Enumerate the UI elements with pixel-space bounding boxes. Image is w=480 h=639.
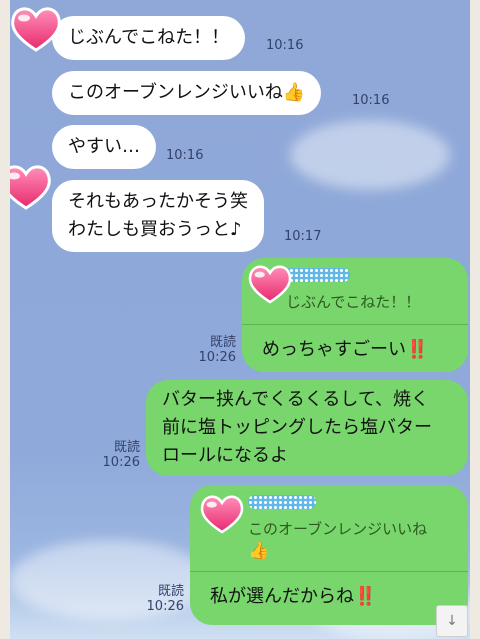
message-text: このオーブンレンジいいね [68,82,283,103]
message-time: 10:17 [284,229,322,244]
message-text-block: バター挟んでくるくるして、焼く 前に塩トッピングしたら塩バター ロールになるよ [162,386,432,470]
message-time: 10:16 [352,93,390,108]
read-receipt: 既読 10:26 [100,440,140,470]
incoming-message[interactable]: じぶんでこねた！！ [52,16,246,60]
incoming-message[interactable]: それもあったかそう笑 わたしも買おうっと♪ [52,180,264,252]
heart-icon [248,265,292,304]
read-label: 既読 [157,584,184,599]
message-line: それもあったかそう笑 [68,191,248,212]
background-cloud [290,120,450,190]
read-receipt: 既読 10:26 [196,335,236,365]
reply-quote-text: このオーブンレンジいいね [248,520,428,538]
thumbs-up-icon: 👍 [282,82,306,103]
reply-divider [242,324,468,325]
incoming-message[interactable]: やすい… [52,125,156,169]
message-text: やすい… [68,136,140,157]
message-time: 10:26 [102,455,140,470]
incoming-message[interactable]: このオーブンレンジいいね👍 [52,71,322,115]
message-text-wrap: 私が選んだからね‼️ [210,583,376,611]
heart-icon [10,165,51,210]
scroll-down-button[interactable]: ↓ [436,605,468,637]
heart-icon [200,495,244,534]
reply-quote-text: じぶんでこねた！！ [286,293,421,311]
message-text: じぶんでこねた！！ [68,27,230,48]
message-time: 10:26 [198,350,236,365]
reply-sender-name-redacted [248,495,316,509]
message-text-wrap: めっちゃすごーい‼️ [262,336,428,364]
read-receipt: 既読 10:26 [144,584,184,614]
message-line: ロールになるよ [162,445,288,466]
read-label: 既読 [113,440,140,455]
message-text: 私が選んだからね [210,586,354,607]
reply-divider [190,571,468,572]
message-line: わたしも買おうっと♪ [68,219,242,240]
outgoing-message[interactable]: バター挟んでくるくるして、焼く 前に塩トッピングしたら塩バター ロールになるよ [146,380,468,476]
message-time: 10:16 [266,38,304,53]
thumbs-up-icon: 👍 [248,541,270,561]
message-text: めっちゃすごーい [262,339,406,360]
heart-icon [11,7,61,52]
read-label: 既読 [209,335,236,350]
double-exclamation-icon: ‼️ [354,586,376,607]
message-time: 10:16 [166,148,204,163]
message-line: バター挟んでくるくるして、焼く [162,389,429,410]
chat-screen: じぶんでこねた！！ 10:16 このオーブンレンジいいね👍 10:16 やすい…… [10,0,470,639]
message-time: 10:26 [146,599,184,614]
message-line: 前に塩トッピングしたら塩バター [162,417,432,438]
double-exclamation-icon: ‼️ [406,339,428,360]
